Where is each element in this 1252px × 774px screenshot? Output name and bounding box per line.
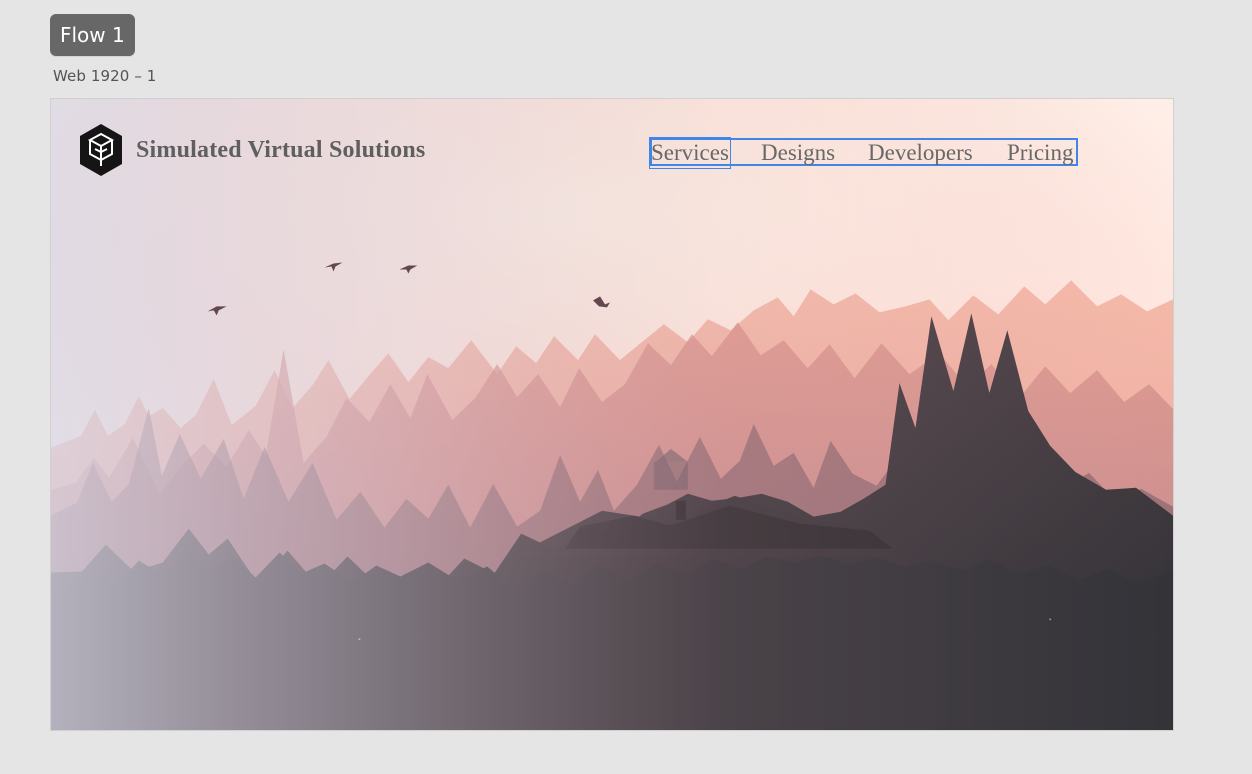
- flow-label: Flow 1: [60, 23, 125, 47]
- brand[interactable]: Simulated Virtual Solutions: [77, 123, 425, 177]
- top-navigation: Services Designs Developers Pricing: [649, 137, 1078, 169]
- artboard-title: Web 1920 – 1: [53, 67, 157, 85]
- nav-developers[interactable]: Developers: [868, 139, 973, 167]
- nav-services[interactable]: Services: [649, 137, 731, 169]
- nav-pricing[interactable]: Pricing: [1007, 139, 1073, 167]
- nav-designs[interactable]: Designs: [761, 139, 835, 167]
- forest-sunrise-image: [51, 99, 1173, 730]
- flow-badge[interactable]: Flow 1: [50, 14, 135, 56]
- brand-name: Simulated Virtual Solutions: [136, 136, 426, 163]
- hexagon-cube-icon: [80, 124, 122, 176]
- artboard-web-1920-1[interactable]: Simulated Virtual Solutions Services Des…: [50, 98, 1174, 731]
